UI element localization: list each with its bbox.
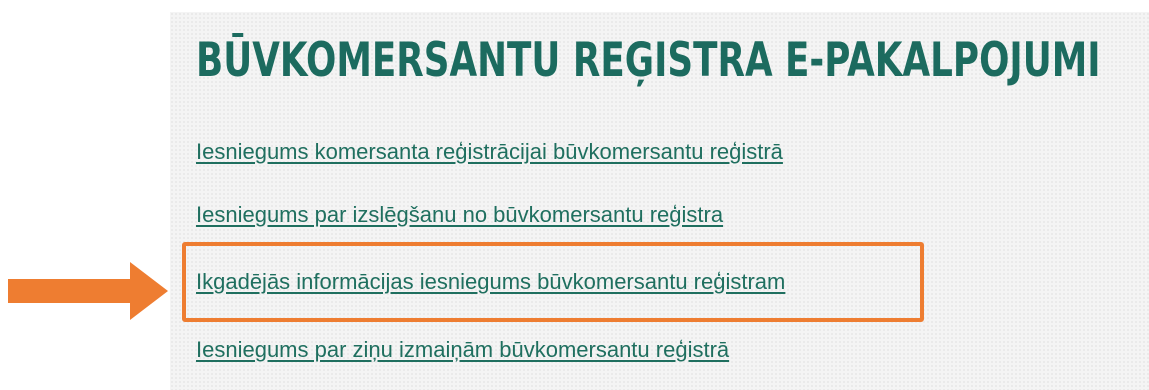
page: BŪVKOMERSANTU REĢISTRA E-PAKALPOJUMI Ies…: [0, 0, 1149, 390]
highlight-box: [182, 242, 924, 322]
arrow-right-icon: [8, 262, 168, 320]
link-exclusion-application[interactable]: Iesniegums par izslēgšanu no būvkomersan…: [196, 201, 723, 229]
link-data-change-application[interactable]: Iesniegums par ziņu izmaiņām būvkomersan…: [196, 336, 729, 364]
link-registration-application[interactable]: Iesniegums komersanta reģistrācijai būvk…: [196, 138, 783, 166]
page-title: BŪVKOMERSANTU REĢISTRA E-PAKALPOJUMI: [196, 33, 1101, 88]
